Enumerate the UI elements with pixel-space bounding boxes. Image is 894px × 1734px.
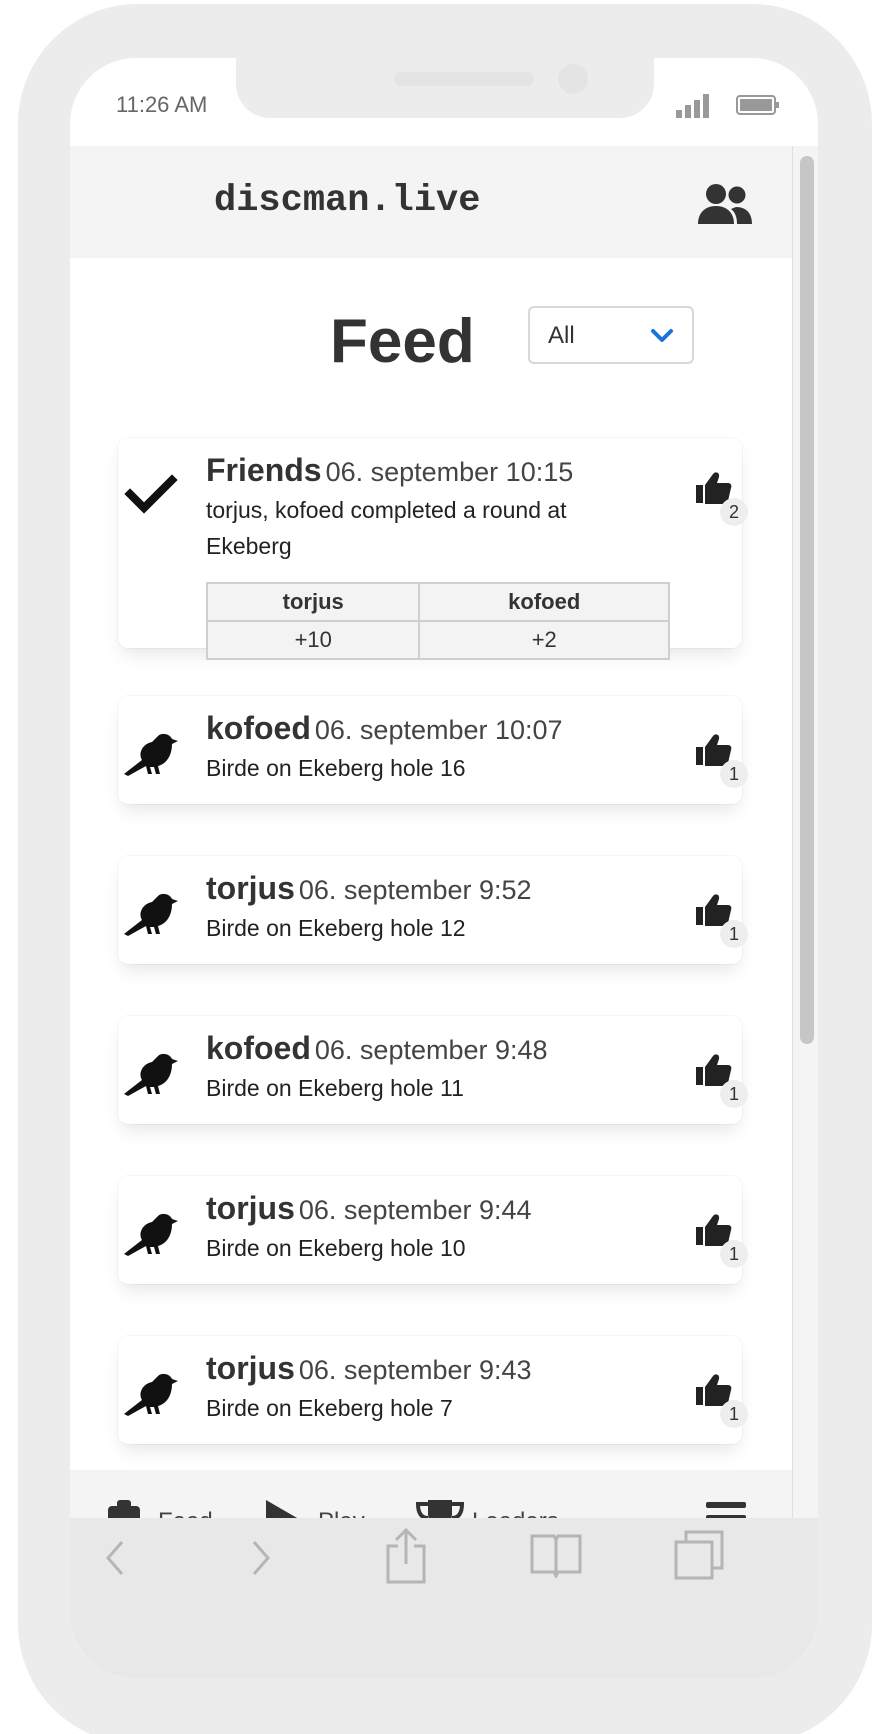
feed-time: 06. september 9:52 xyxy=(298,875,532,905)
like-button[interactable]: 1 xyxy=(694,1370,760,1430)
feed-text: Birde on Ekeberg hole 7 xyxy=(206,1395,453,1421)
bookmarks-icon[interactable] xyxy=(530,1532,582,1578)
like-count: 1 xyxy=(720,1080,748,1108)
status-bar: 11:26 AM xyxy=(70,58,818,146)
feed-author[interactable]: torjus xyxy=(206,1190,295,1226)
like-count: 2 xyxy=(720,498,748,526)
feed-card: torjus 06. september 9:52 Birde on Ekeber… xyxy=(118,856,748,964)
tab-leaders[interactable]: Leaders xyxy=(416,1500,576,1518)
crow-icon xyxy=(124,1373,178,1416)
play-icon xyxy=(266,1500,298,1518)
tabs-icon[interactable] xyxy=(674,1530,724,1580)
notch xyxy=(236,58,654,118)
tab-feed[interactable]: Feed xyxy=(108,1500,218,1518)
feed-card: torjus 06. september 9:44 Birde on Ekeber… xyxy=(118,1176,748,1284)
signal-icon xyxy=(676,94,709,118)
feed-author[interactable]: torjus xyxy=(206,1350,295,1386)
users-icon[interactable] xyxy=(696,182,754,226)
feed-card-header: torjus 06. september 9:44 xyxy=(206,1190,532,1227)
like-button[interactable]: 1 xyxy=(694,1210,760,1270)
like-button[interactable]: 1 xyxy=(694,1050,760,1110)
feed-card: kofoed 06. september 10:07 Birde on Ekebe… xyxy=(118,696,748,804)
page-title: Feed xyxy=(330,307,475,376)
speaker xyxy=(394,72,534,86)
chevron-down-icon xyxy=(651,329,673,342)
share-icon[interactable] xyxy=(386,1528,426,1584)
tab-leaders-label: Leaders xyxy=(472,1508,559,1518)
feed-text: Birde on Ekeberg hole 16 xyxy=(206,755,466,781)
bottom-tab-bar: Feed Play Leaders xyxy=(70,1470,792,1518)
like-count: 1 xyxy=(720,920,748,948)
crow-icon xyxy=(124,1053,178,1096)
checkmark-icon xyxy=(124,474,178,514)
app-logo[interactable]: discman.live xyxy=(214,180,480,222)
forward-icon[interactable] xyxy=(246,1536,276,1580)
feed-time: 06. september 9:43 xyxy=(298,1355,532,1385)
like-count: 1 xyxy=(720,1240,748,1268)
feed-filter-select[interactable]: All xyxy=(528,306,694,364)
feed-card: kofoed 06. september 9:48 Birde on Ekeber… xyxy=(118,1016,748,1124)
filter-selected-value: All xyxy=(548,322,575,349)
back-icon[interactable] xyxy=(100,1536,130,1580)
feed-card-header: kofoed 06. september 10:07 xyxy=(206,710,563,747)
feed-time: 06. september 9:48 xyxy=(314,1035,548,1065)
device-screen: 11:26 AM discman.live Feed All Friends 0… xyxy=(70,58,818,1678)
feed-author[interactable]: kofoed xyxy=(206,710,311,746)
like-count: 1 xyxy=(720,1400,748,1428)
status-time: 11:26 AM xyxy=(116,92,208,117)
feed-time: 06. september 10:07 xyxy=(314,715,563,745)
like-button[interactable]: 1 xyxy=(694,730,760,790)
like-count: 1 xyxy=(720,760,748,788)
battery-icon xyxy=(736,95,779,115)
hamburger-menu-icon[interactable] xyxy=(706,1500,746,1518)
feed-card: torjus 06. september 9:43 Birde on Ekeber… xyxy=(118,1336,748,1444)
feed-card-header: torjus 06. september 9:43 xyxy=(206,1350,532,1387)
app-screen: discman.live Feed All Friends 06. septemb… xyxy=(70,146,818,1518)
scrollbar-thumb[interactable] xyxy=(800,156,814,1044)
crow-icon xyxy=(124,733,178,776)
like-button[interactable]: 1 xyxy=(694,890,760,950)
feed-card-header: kofoed 06. september 9:48 xyxy=(206,1030,548,1067)
feed-card-header: Friends 06. september 10:15 xyxy=(206,452,573,489)
feed-card: Friends 06. september 10:15 torjus, kofoe… xyxy=(118,438,748,660)
feed-time: 06. september 10:15 xyxy=(325,457,574,487)
browser-toolbar xyxy=(70,1518,818,1678)
feed-text: Birde on Ekeberg hole 10 xyxy=(206,1235,466,1261)
camera xyxy=(558,64,588,94)
feed-author[interactable]: torjus xyxy=(206,870,295,906)
feed-text: Birde on Ekeberg hole 11 xyxy=(206,1075,464,1101)
tab-play[interactable]: Play xyxy=(266,1500,376,1518)
score-value: +10 xyxy=(205,620,421,660)
feed-time: 06. september 9:44 xyxy=(298,1195,532,1225)
score-table: torjus kofoed +10 +2 xyxy=(205,582,670,660)
tab-feed-label: Feed xyxy=(158,1508,213,1518)
feed-text: Birde on Ekeberg hole 12 xyxy=(206,915,466,941)
feed-author[interactable]: kofoed xyxy=(206,1030,311,1066)
app-header: discman.live xyxy=(70,146,792,258)
score-header: torjus xyxy=(205,582,421,622)
feed-text: torjus, kofoed completed a round at Ekeb… xyxy=(206,497,567,559)
clipboard-list-icon xyxy=(108,1500,140,1518)
crow-icon xyxy=(124,893,178,936)
tab-play-label: Play xyxy=(318,1508,365,1518)
crow-icon xyxy=(124,1213,178,1256)
like-button[interactable]: 2 xyxy=(694,468,760,528)
trophy-icon xyxy=(416,1500,464,1518)
feed-author[interactable]: Friends xyxy=(206,452,322,488)
score-value: +2 xyxy=(418,620,670,660)
score-header: kofoed xyxy=(418,582,670,622)
feed-card-header: torjus 06. september 9:52 xyxy=(206,870,532,907)
